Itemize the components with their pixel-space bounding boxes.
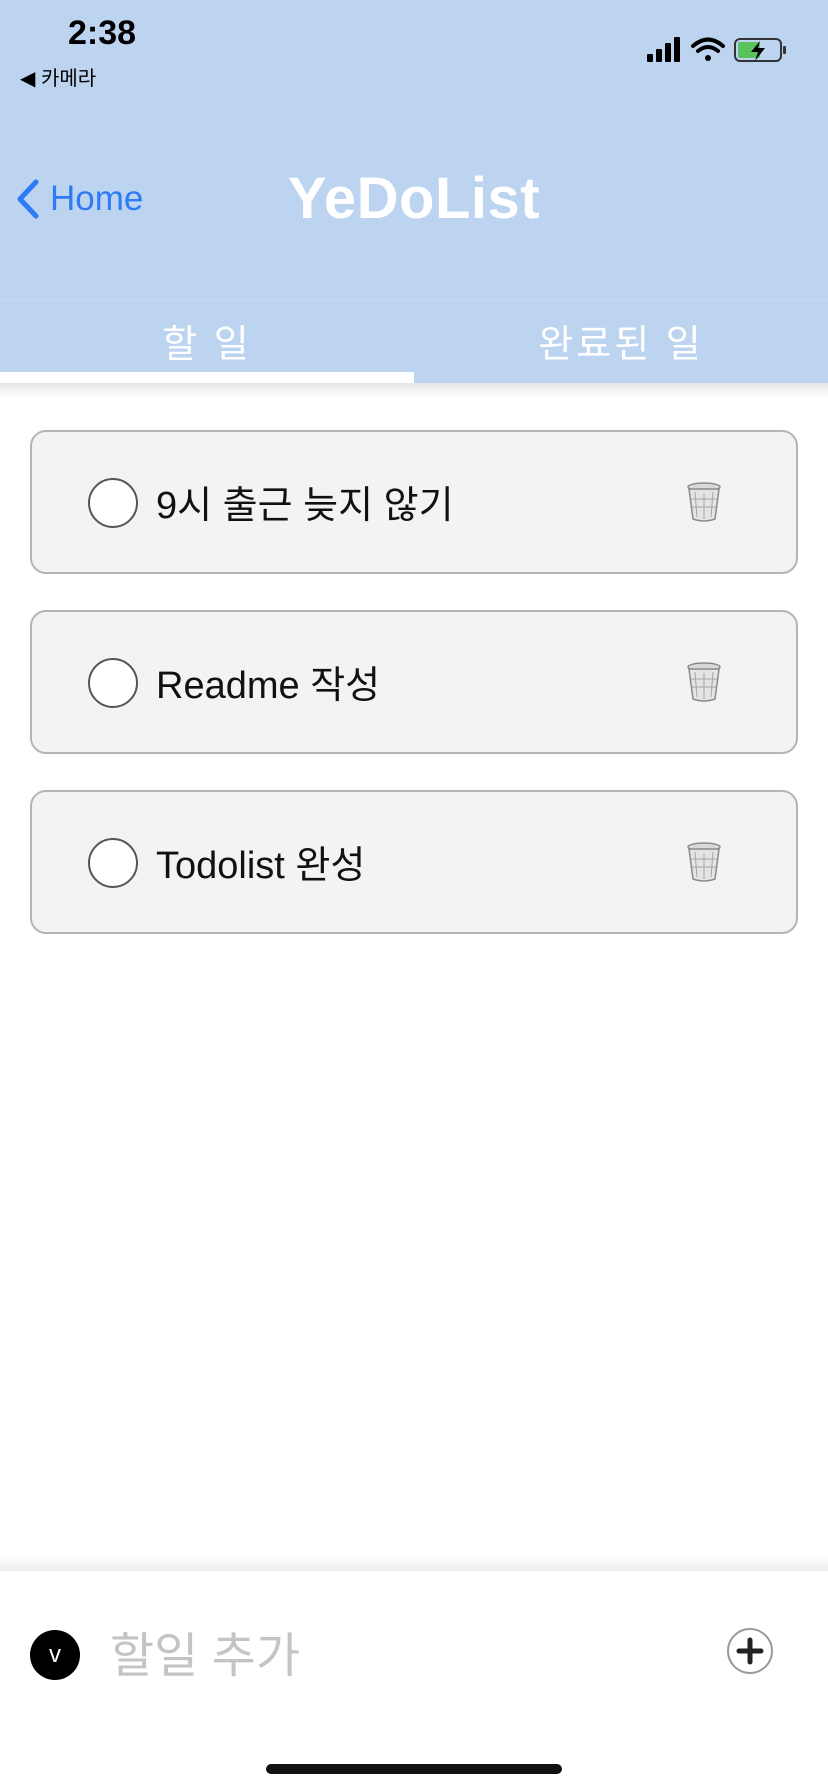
add-todo-button[interactable] [727, 1628, 773, 1674]
status-icons [647, 37, 786, 62]
tab-completed[interactable]: 완료된 일 [414, 301, 828, 379]
complete-checkbox[interactable] [88, 658, 138, 708]
add-todo-bar: v [0, 1571, 828, 1792]
bottom-bar-shadow [0, 1555, 828, 1571]
tab-indicator [0, 372, 414, 383]
plus-icon [736, 1637, 764, 1665]
header-shadow [0, 383, 828, 397]
todo-item: Readme 작성 [30, 610, 798, 754]
page-title-text: YeDoList [287, 166, 541, 231]
tab-todo[interactable]: 할 일 [0, 301, 414, 379]
todo-item: Todolist 완성 [30, 790, 798, 934]
trash-icon[interactable] [686, 842, 722, 882]
page-title: YeDoList [0, 165, 828, 232]
battery-charging-icon [734, 38, 786, 62]
todo-text: Readme 작성 [156, 665, 381, 707]
home-indicator[interactable] [266, 1764, 562, 1774]
avatar[interactable]: v [30, 1630, 80, 1680]
todo-text: Todolist 완성 [156, 845, 366, 887]
trash-icon[interactable] [686, 662, 722, 702]
add-todo-input[interactable] [108, 1623, 672, 1689]
complete-checkbox[interactable] [88, 838, 138, 888]
todo-list: 9시 출근 늦지 않기 Readme 작성 Todolist 완성 [30, 430, 798, 970]
status-bar: 2:38 ◀ 카메라 [0, 0, 828, 100]
back-to-app-link[interactable]: ◀ 카메라 [20, 62, 96, 91]
signal-icon [647, 37, 680, 62]
complete-checkbox[interactable] [88, 478, 138, 528]
trash-icon[interactable] [686, 482, 722, 522]
wifi-icon [691, 37, 725, 61]
todo-text: 9시 출근 늦지 않기 [156, 485, 454, 527]
todo-item: 9시 출근 늦지 않기 [30, 430, 798, 574]
status-time: 2:38 [68, 14, 137, 52]
